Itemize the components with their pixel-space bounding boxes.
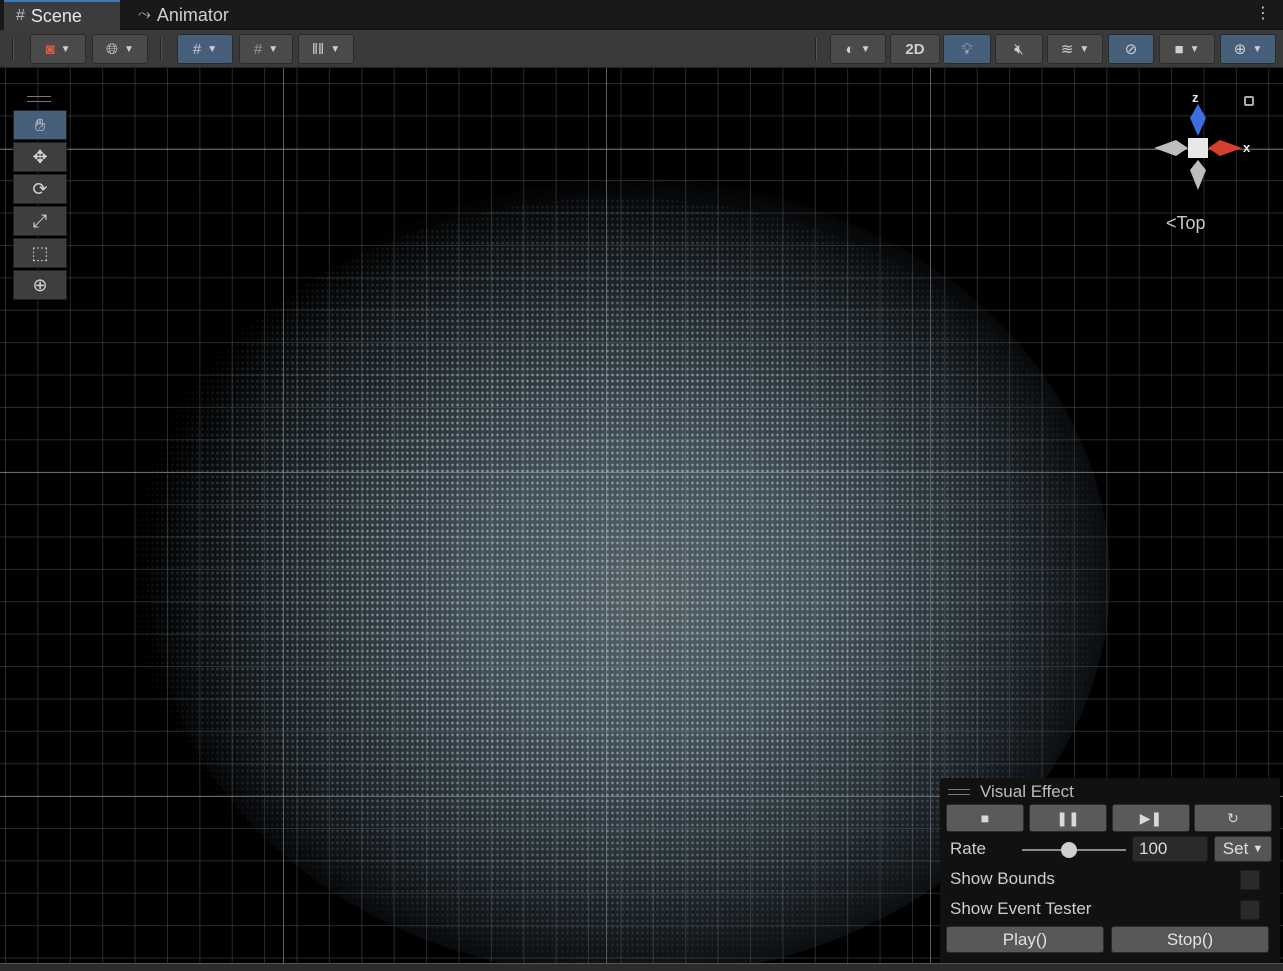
globe-icon: 🌐︎ <box>106 40 119 58</box>
vfx-title-label: Visual Effect <box>980 782 1074 801</box>
rect-icon: ⬚ <box>31 242 49 263</box>
neg-x-axis-cone <box>1154 140 1188 156</box>
gizmos-button[interactable]: ⊕ ▼ <box>1220 34 1276 64</box>
toolbar-divider <box>12 38 14 60</box>
tab-animator[interactable]: ⤳ Animator <box>126 0 256 30</box>
bottom-scrollbar[interactable] <box>0 963 1283 971</box>
lightbulb-icon: 💡︎ <box>961 40 973 58</box>
hash-icon: # <box>16 7 25 24</box>
vfx-title: Visual Effect <box>948 782 1074 802</box>
lighting-toggle-button[interactable]: 💡︎ <box>943 34 991 64</box>
toolbar-divider <box>815 38 817 60</box>
chevron-down-icon: ▼ <box>60 43 71 55</box>
rate-label: Rate <box>950 839 986 858</box>
show-event-tester-checkbox[interactable] <box>1240 900 1260 920</box>
shading-sphere-icon: ◐ <box>845 40 855 58</box>
neg-z-axis-cone <box>1190 160 1206 190</box>
grid-major-line <box>0 149 1283 150</box>
chevron-down-icon: ▼ <box>330 43 341 55</box>
vfx-pause-button[interactable]: ❚❚ <box>1029 804 1107 832</box>
tab-bar: # Scene ⤳ Animator ⋮ <box>0 0 1283 30</box>
tab-animator-label: Animator <box>156 4 229 25</box>
grid-snapping-button[interactable]: # ▼ <box>177 34 233 64</box>
play-button[interactable]: Play() <box>946 926 1104 953</box>
set-label: Set <box>1222 839 1249 858</box>
audio-muted-icon: 🔇︎ <box>1014 40 1024 58</box>
hand-icon: ✋︎ <box>34 114 46 135</box>
more-options-icon[interactable]: ⋮ <box>1255 6 1271 22</box>
chevron-down-icon: ▼ <box>268 43 279 55</box>
gizmo-center-cube <box>1188 138 1208 158</box>
rate-input[interactable]: 100 <box>1132 836 1208 862</box>
chevron-down-icon: ▼ <box>1079 43 1090 55</box>
visual-effect-overlay: Visual Effect ■ ❚❚ ▶❚ ↻ Rate 100 Set ▼ S… <box>940 778 1280 963</box>
camera-icon: ■ <box>1174 40 1184 58</box>
toggle-2d-label: 2D <box>905 40 925 58</box>
scene-toolbar: ◙ ▼ 🌐︎ ▼ # ▼ # ▼ ‖‖ ▼ ◐ ▼ 2D 💡︎ 🔇︎ ≋ ▼ ⊘ ■ ▼ ⊕ ▼ <box>0 30 1283 68</box>
tools-overlay: ✋︎ ✥ ⟳ ⤢ ⬚ ⊕ <box>13 96 67 302</box>
overlay-grip-icon[interactable] <box>948 789 970 795</box>
draw-mode-icon: ◙ <box>45 40 55 58</box>
vfx-stop-button[interactable]: ■ <box>946 804 1024 832</box>
draw-mode-button[interactable]: ◙ ▼ <box>30 34 86 64</box>
audio-toggle-button[interactable]: 🔇︎ <box>995 34 1043 64</box>
show-event-tester-label: Show Event Tester <box>950 899 1092 918</box>
chevron-down-icon: ▼ <box>207 43 218 55</box>
pause-icon: ❚❚ <box>1056 809 1080 826</box>
animator-icon: ⤳ <box>138 6 151 23</box>
tab-scene-label: Scene <box>30 5 82 26</box>
vfx-restart-button[interactable]: ↻ <box>1194 804 1272 832</box>
restart-icon: ↻ <box>1227 809 1239 826</box>
hidden-objects-toggle-button[interactable]: ⊘ <box>1108 34 1154 64</box>
view-name: Top <box>1176 213 1206 233</box>
rate-set-dropdown[interactable]: Set ▼ <box>1214 836 1272 862</box>
step-forward-icon: ▶❚ <box>1139 809 1163 826</box>
chevron-down-icon: ▼ <box>860 43 871 55</box>
transform-tool-button[interactable]: ⊕ <box>13 270 67 300</box>
z-axis-label: z <box>1192 90 1199 105</box>
increment-snap-icon: # <box>253 40 263 58</box>
show-bounds-checkbox[interactable] <box>1240 870 1260 890</box>
scale-icon: ⤢ <box>32 210 48 231</box>
overlay-grip[interactable] <box>27 96 51 102</box>
tab-scene[interactable]: # Scene <box>4 0 120 30</box>
rect-tool-button[interactable]: ⬚ <box>13 238 67 268</box>
move-tool-button[interactable]: ✥ <box>13 142 67 172</box>
gizmos-icon: ⊕ <box>1233 41 1247 58</box>
effects-button[interactable]: ≋ ▼ <box>1047 34 1103 64</box>
view-orientation-label[interactable]: <Top <box>1166 213 1206 234</box>
chevron-down-icon: ▼ <box>1252 843 1264 855</box>
move-icon: ✥ <box>32 146 48 167</box>
stop-icon: ■ <box>980 810 990 826</box>
axis-gizmo-icon: z x <box>1154 90 1251 190</box>
chevron-down-icon: ▼ <box>1189 43 1200 55</box>
ruler-icon: ‖‖ <box>311 40 325 58</box>
x-axis-label: x <box>1243 140 1251 155</box>
rotate-tool-button[interactable]: ⟳ <box>13 174 67 204</box>
scale-tool-button[interactable]: ⤢ <box>13 206 67 236</box>
hand-tool-button[interactable]: ✋︎ <box>13 110 67 140</box>
show-bounds-label: Show Bounds <box>950 869 1055 888</box>
x-axis-cone <box>1208 140 1242 156</box>
vfx-step-button[interactable]: ▶❚ <box>1112 804 1190 832</box>
chevron-down-icon: ▼ <box>1252 43 1263 55</box>
global-local-button[interactable]: 🌐︎ ▼ <box>92 34 148 64</box>
transform-icon: ⊕ <box>32 274 48 295</box>
camera-button[interactable]: ■ ▼ <box>1159 34 1215 64</box>
rate-slider-handle[interactable] <box>1060 842 1077 858</box>
chevron-down-icon: ▼ <box>124 43 134 55</box>
effects-icon: ≋ <box>1060 41 1074 58</box>
rotate-icon: ⟳ <box>32 178 48 199</box>
grid-snap-icon: # <box>192 40 202 58</box>
toolbar-divider <box>160 38 162 60</box>
shading-mode-button[interactable]: ◐ ▼ <box>830 34 886 64</box>
eye-slash-icon: ⊘ <box>1124 41 1138 58</box>
ruler-button[interactable]: ‖‖ ▼ <box>298 34 354 64</box>
toggle-2d-button[interactable]: 2D <box>890 34 940 64</box>
z-axis-cone <box>1190 104 1206 136</box>
lock-icon[interactable] <box>1244 96 1254 106</box>
back-arrow-icon: < <box>1166 213 1177 233</box>
stop-button[interactable]: Stop() <box>1111 926 1269 953</box>
increment-snap-button[interactable]: # ▼ <box>239 34 293 64</box>
